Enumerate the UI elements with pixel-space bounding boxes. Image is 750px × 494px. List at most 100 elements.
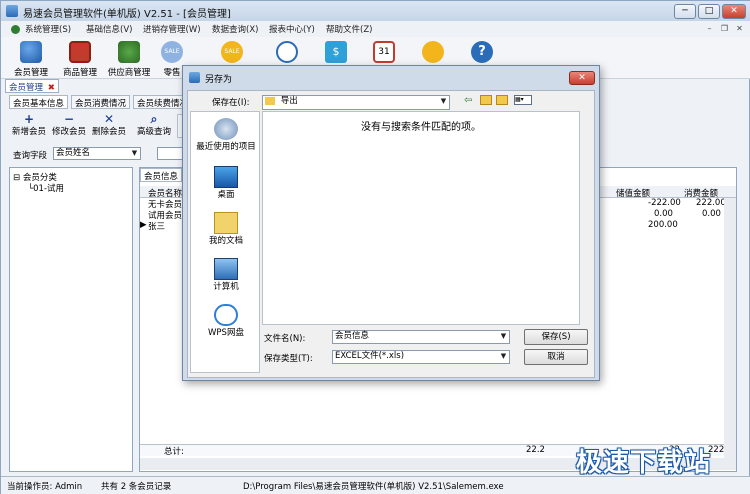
button-label: 高级查询 [136,127,171,137]
toolbar-supplier-button[interactable]: 供应商管理 [105,39,153,78]
cell-consumption: 222.00 [696,198,726,208]
window-title: 易速会员管理软件(单机版) V2.51 - [会员管理] [23,9,231,20]
tab-member-consumption[interactable]: 会员消费情况 [71,95,131,109]
collapse-icon[interactable]: ⊟ [13,173,20,183]
save-as-dialog: 另存为 ✕ 保存在(I): 导出 ▼ ⇦ ▦▾ 最近使用的项目 桌面 我的文档 [182,65,600,381]
category-tree: ⊟ 会员分类 └01-试用 [9,167,133,472]
menu-reports[interactable]: 报表中心(Y) [269,23,315,35]
cell-stored-value: 0.00 [654,209,673,219]
add-icon: + [23,112,35,126]
filetype-value: EXCEL文件(*.xls) [335,351,405,361]
query-field-label: 查询字段 [13,151,48,161]
view-menu-icon[interactable]: ▦▾ [514,95,532,105]
menu-data-query[interactable]: 数据查询(X) [212,23,258,35]
vertical-scrollbar[interactable] [724,198,736,470]
calendar-icon: 31 [373,41,395,63]
query-field-select[interactable]: 会员姓名 ▼ [53,147,141,160]
row-pointer-icon: ▶ [140,220,147,230]
tab-member-info[interactable]: 会员信息 [140,168,183,182]
toolbar-label: 供应商管理 [107,68,151,78]
chevron-down-icon: ▼ [440,97,447,105]
filename-label: 文件名(N): [264,334,306,344]
table-row-name[interactable]: 张三 [148,220,165,232]
supplier-icon [118,41,140,63]
save-in-label: 保存在(I): [212,98,250,108]
chevron-down-icon: ▼ [131,149,138,157]
toolbar-label: 会员管理 [13,68,48,78]
members-icon [20,41,42,63]
new-folder-icon[interactable] [496,95,508,105]
mdi-minimize-button[interactable]: – [703,23,716,35]
sale-tag-icon: SALE [221,41,243,63]
place-computer[interactable]: 计算机 [191,258,261,292]
place-documents[interactable]: 我的文档 [191,212,261,246]
total-mid-value: 22.2 [526,445,545,455]
file-list[interactable]: 没有与搜索条件匹配的项。 [262,111,580,325]
tree-item-label: 01-试用 [33,184,65,194]
menu-inventory[interactable]: 进销存管理(W) [143,23,201,35]
mdi-close-button[interactable]: ✕ [733,23,746,35]
menu-bar: 系统管理(S) 基础信息(V) 进销存管理(W) 数据查询(X) 报表中心(Y)… [1,21,750,37]
delete-member-button[interactable]: ✕ 删除会员 [89,113,129,139]
save-in-select[interactable]: 导出 ▼ [262,95,450,110]
edit-member-button[interactable]: − 修改会员 [49,113,89,139]
title-bar: 易速会员管理软件(单机版) V2.51 - [会员管理] ─ □ ✕ [1,1,750,21]
menu-basic-info[interactable]: 基础信息(V) [86,23,132,35]
folder-icon [265,96,275,105]
status-path: D:\Program Files\易速会员管理软件(单机版) V2.51\Sal… [243,482,504,492]
menu-help[interactable]: 帮助文件(Z) [326,23,372,35]
cancel-button[interactable]: 取消 [524,349,588,365]
place-desktop[interactable]: 桌面 [191,166,261,200]
up-folder-icon[interactable] [480,95,492,105]
place-recent[interactable]: 最近使用的项目 [191,118,261,152]
cell-consumption: 0.00 [702,209,721,219]
advanced-search-button[interactable]: ⌕ 高级查询 [134,113,174,139]
filetype-select[interactable]: EXCEL文件(*.xls) ▼ [332,350,510,364]
place-wps-cloud[interactable]: WPS网盘 [191,304,261,338]
help-icon: ? [471,41,493,63]
money-icon: $ [325,41,347,63]
binoculars-icon: ⌕ [150,112,158,126]
button-label: 修改会员 [51,127,86,137]
filename-input[interactable]: 会员信息 ▼ [332,330,510,344]
maximize-button[interactable]: □ [698,4,720,19]
minus-icon: − [63,112,75,126]
dialog-title: 另存为 [205,75,233,85]
tree-item-trial[interactable]: └01-试用 [28,182,64,194]
place-label: WPS网盘 [208,328,244,338]
status-operator: 当前操作员: Admin [7,482,83,492]
dialog-app-icon [189,72,200,83]
add-member-button[interactable]: + 新增会员 [9,113,49,139]
place-label: 最近使用的项目 [196,142,256,152]
tab-member-management[interactable]: 会员管理 ✖ [5,79,59,93]
back-icon[interactable]: ⇦ [464,95,472,106]
minimize-button[interactable]: ─ [674,4,696,19]
button-label: 删除会员 [91,127,126,137]
query-value-input[interactable] [157,147,185,160]
chevron-down-icon: ▼ [500,352,507,360]
place-label: 我的文档 [208,236,243,246]
place-label: 计算机 [213,282,239,292]
total-label: 总计: [164,447,184,457]
close-tab-icon[interactable]: ✖ [48,83,55,93]
system-menu-icon [11,25,20,34]
cell-stored-value: 200.00 [648,220,678,230]
tab-member-renewal[interactable]: 会员续费情况 [133,95,185,109]
app-icon [6,5,18,17]
column-header-stored-value[interactable]: 储值金额 [616,187,650,199]
status-record-count: 共有 2 条会员记录 [101,482,172,492]
close-button[interactable]: ✕ [722,4,746,19]
save-button[interactable]: 保存(S) [524,329,588,345]
dialog-body: 保存在(I): 导出 ▼ ⇦ ▦▾ 最近使用的项目 桌面 我的文档 计算机 WP… [187,90,595,378]
mdi-restore-button[interactable]: ❐ [718,23,731,35]
toolbar-member-button[interactable]: 会员管理 [7,39,55,78]
toolbar-product-button[interactable]: 商品管理 [56,39,104,78]
dialog-close-button[interactable]: ✕ [569,71,595,85]
tab-member-basic-info[interactable]: 会员基本信息 [9,95,69,109]
filetype-label: 保存类型(T): [264,354,313,364]
place-label: 桌面 [217,190,235,200]
cloud-icon [214,304,238,326]
menu-system[interactable]: 系统管理(S) [25,23,71,35]
sale-icon: SALE [161,41,183,63]
search-doc-icon [276,41,298,63]
